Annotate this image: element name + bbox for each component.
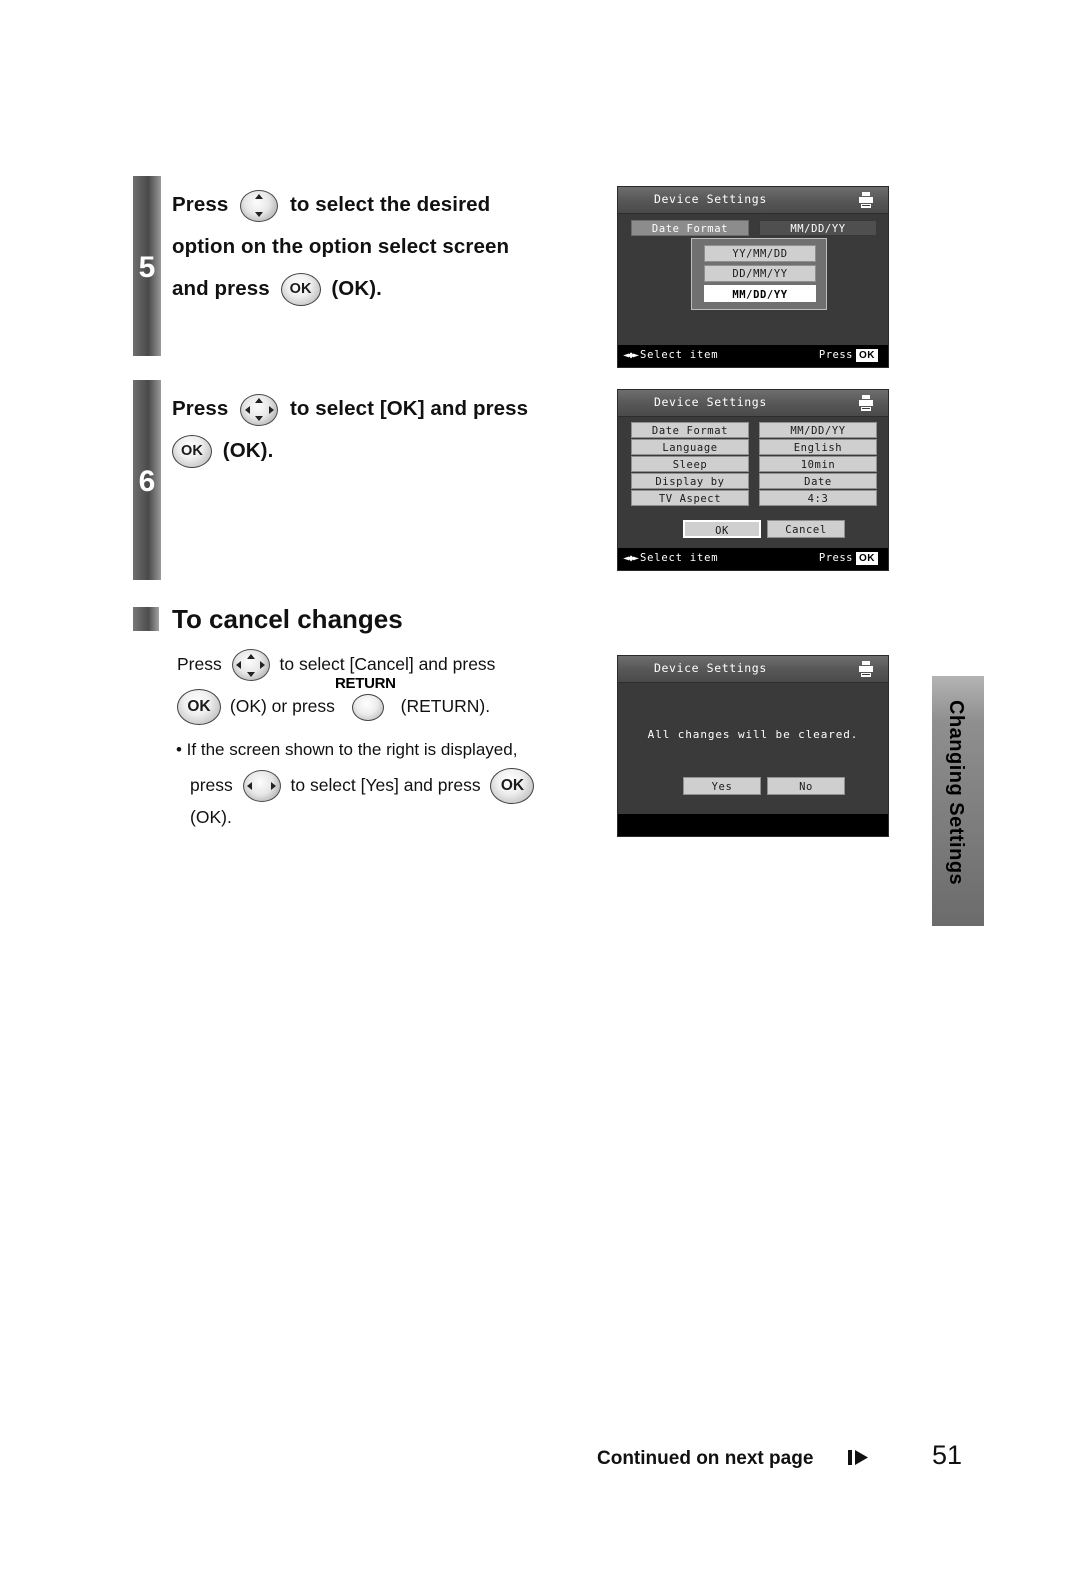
lcd6-body: Date Format MM/DD/YY Language English Sl… — [618, 416, 888, 570]
cancel-bullet2-prefix: press — [190, 775, 233, 795]
step-5-line3: and press OK (OK). — [172, 268, 382, 310]
ok-button-icon: OK — [280, 273, 321, 307]
lcd-cancel-message: All changes will be cleared. — [647, 728, 859, 741]
cancel-p2-prefix: (OK) or press — [229, 696, 335, 716]
return-button-icon — [351, 693, 384, 721]
lcd5-title: Device Settings — [654, 192, 767, 206]
step-6-line2: OK (OK). — [172, 430, 273, 472]
step-6-line2-suffix: (OK). — [222, 439, 274, 462]
lcd5-row-label: Date Format — [631, 220, 749, 236]
lcd6-row-4-value: 4:3 — [759, 490, 877, 506]
lcd6-hint-left: Select item — [640, 552, 719, 564]
lcd6-row-3-value: Date — [759, 473, 877, 489]
lcd6-hint-ok-chip: OK — [856, 552, 878, 565]
dpad-four-way-icon — [231, 649, 270, 682]
lcd5-option-2[interactable]: MM/DD/YY — [704, 285, 816, 302]
lcd5-hint-ok-chip: OK — [856, 349, 878, 362]
step-6-line1-prefix: Press — [172, 397, 229, 420]
lcd-screen-step5: Device Settings Date Format MM/DD/YY YY/… — [617, 186, 889, 368]
lcd6-row-1-value: English — [759, 439, 877, 455]
lcd6-row-3-label: Display by — [631, 473, 749, 489]
step-6-number: 6 — [138, 465, 156, 498]
lcd-screen-step6: Device Settings Date Format MM/DD/YY Lan… — [617, 389, 889, 571]
step-5-text: Press to select the desired — [172, 184, 572, 226]
lcd-cancel-no-button[interactable]: No — [767, 777, 845, 795]
lcd5-body: Date Format MM/DD/YY YY/MM/DD DD/MM/YY M… — [618, 213, 888, 367]
next-page-arrow-icon — [848, 1450, 868, 1465]
lcd6-row-3: Display by Date — [631, 473, 877, 489]
cancel-bullet-2: press to select [Yes] and press OK — [190, 765, 535, 805]
step-5-line1-suffix: to select the desired — [289, 193, 491, 216]
lcd6-row-2-value: 10min — [759, 456, 877, 472]
cancel-bullet2-suffix: to select [Yes] and press — [290, 775, 481, 795]
cancel-p2-suffix: (RETURN). — [400, 696, 491, 716]
lcd6-cancel-button[interactable]: Cancel — [767, 520, 845, 538]
section-marker — [133, 607, 159, 631]
lcd5-option-popup: YY/MM/DD DD/MM/YY MM/DD/YY — [691, 238, 827, 310]
lcd5-row-date-format: Date Format MM/DD/YY — [631, 220, 877, 236]
ok-button-icon: OK — [172, 435, 212, 469]
printer-icon — [859, 192, 873, 208]
lcd-cancel-hint-bar — [618, 814, 888, 836]
lcd6-hint-right-text: Press — [818, 552, 853, 564]
lcd5-hint-bar: ◄◆► Select item Press OK — [618, 345, 888, 367]
printer-icon — [859, 661, 873, 677]
lcd5-option-1[interactable]: DD/MM/YY — [704, 265, 816, 282]
lcd5-row-value: MM/DD/YY — [759, 220, 877, 236]
lcd6-row-4-label: TV Aspect — [631, 490, 749, 506]
printer-icon — [859, 395, 873, 411]
side-tab-label: Changing Settings — [945, 700, 967, 886]
step-6-line1: Press to select [OK] and press — [172, 388, 528, 430]
lcd5-hint-right-text: Press — [818, 349, 853, 361]
dpad-four-way-icon — [240, 393, 279, 426]
step-5-line1-prefix: Press — [172, 193, 229, 216]
step-5-line3-prefix: and press — [172, 277, 270, 300]
ok-button-icon: OK — [177, 689, 221, 726]
dpad-up-down-icon — [240, 189, 279, 222]
lcd6-row-0-value: MM/DD/YY — [759, 422, 877, 438]
lcd6-row-1: Language English — [631, 439, 877, 455]
cancel-p1-prefix: Press — [177, 654, 222, 674]
cancel-bullet-1: • If the screen shown to the right is di… — [176, 740, 518, 759]
lcd5-option-0[interactable]: YY/MM/DD — [704, 245, 816, 262]
lcd-cancel-title: Device Settings — [654, 661, 767, 675]
lcd6-hint-right: Press OK — [819, 552, 878, 565]
cancel-bullet-3: (OK). — [190, 807, 232, 827]
lcd6-row-0-label: Date Format — [631, 422, 749, 438]
lcd-screen-cancel-dialog: Device Settings All changes will be clea… — [617, 655, 889, 837]
lcd6-row-2-label: Sleep — [631, 456, 749, 472]
step-5-number: 5 — [138, 251, 156, 284]
cancel-p1-suffix: to select [Cancel] and press — [279, 654, 496, 674]
lcd-cancel-body: All changes will be cleared. Yes No — [618, 682, 888, 836]
section-title: To cancel changes — [172, 604, 403, 634]
dpad-left-right-icon — [242, 770, 281, 803]
lcd-cancel-yes-button[interactable]: Yes — [683, 777, 761, 795]
lcd6-ok-button[interactable]: OK — [683, 520, 761, 538]
lcd6-row-4: TV Aspect 4:3 — [631, 490, 877, 506]
step-5-line3-suffix: (OK). — [331, 277, 382, 300]
dpad-arrows-icon: ◄◆► — [623, 553, 639, 564]
cancel-paragraph-2: OK (OK) or press (RETURN). — [177, 686, 490, 726]
lcd6-row-2: Sleep 10min — [631, 456, 877, 472]
lcd5-hint-left: Select item — [640, 349, 719, 361]
step-6-line1-suffix: to select [OK] and press — [289, 397, 529, 420]
dpad-arrows-icon: ◄◆► — [623, 350, 639, 361]
ok-button-icon: OK — [490, 768, 535, 805]
page-number: 51 — [932, 1440, 963, 1470]
lcd6-row-0: Date Format MM/DD/YY — [631, 422, 877, 438]
lcd6-hint-bar: ◄◆► Select item Press OK — [618, 548, 888, 570]
lcd6-row-1-label: Language — [631, 439, 749, 455]
step-5-line2: option on the option select screen — [172, 235, 510, 258]
footer-continued: Continued on next page — [597, 1448, 814, 1469]
lcd6-title: Device Settings — [654, 395, 767, 409]
lcd5-hint-right: Press OK — [819, 349, 878, 362]
